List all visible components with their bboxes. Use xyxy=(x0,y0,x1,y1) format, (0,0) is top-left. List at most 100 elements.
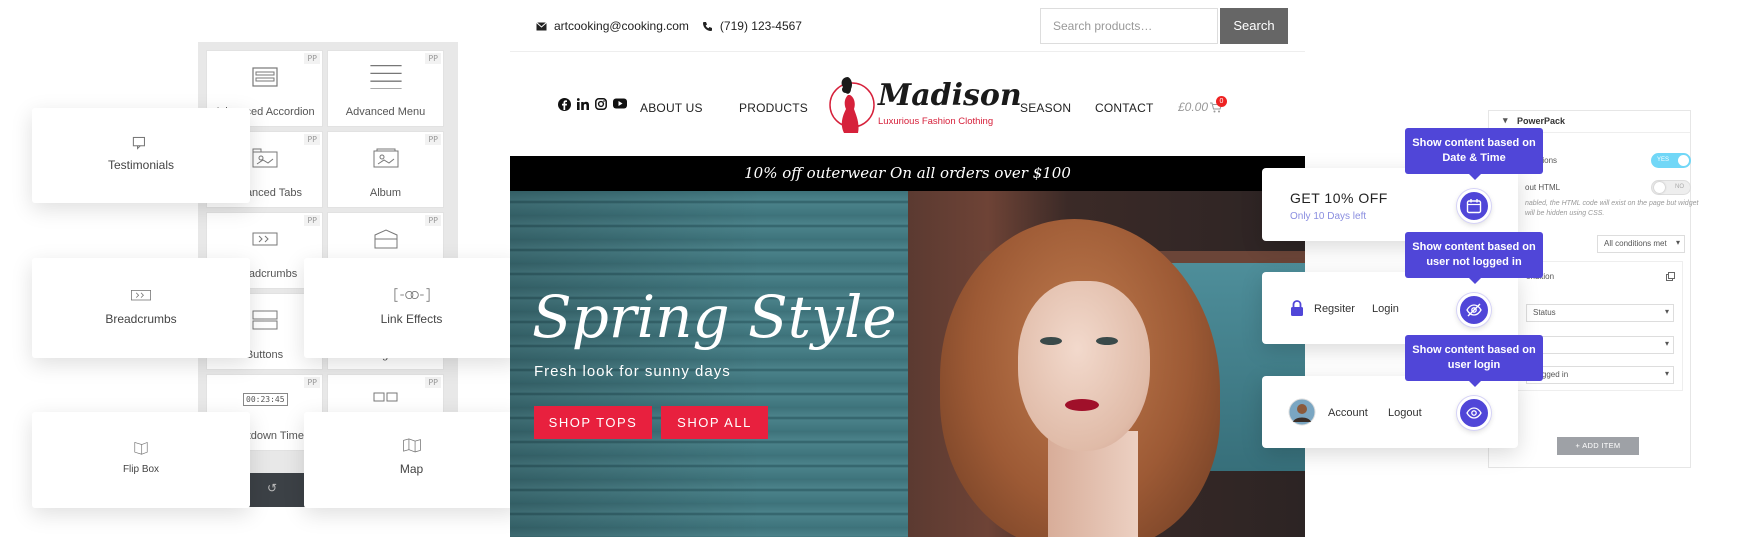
card-link-effects[interactable]: Link Effects xyxy=(304,258,519,358)
widget-album[interactable]: PP Album xyxy=(327,131,444,208)
collage: PP Advanced Accordion PP Advanced Menu P… xyxy=(0,0,1739,550)
card-label: Flip Box xyxy=(122,464,160,475)
add-item-label: ADD ITEM xyxy=(1582,441,1621,450)
raw-html-toggle[interactable]: NO xyxy=(1651,180,1691,195)
toggle-knob xyxy=(1678,155,1689,166)
facebook-icon[interactable] xyxy=(558,98,571,111)
account-link[interactable]: Account xyxy=(1328,407,1368,419)
history-icon[interactable]: ↺ xyxy=(267,481,277,495)
hero-banner: Spring Style Fresh look for sunny days S… xyxy=(510,191,1305,537)
pp-badge: PP xyxy=(304,53,320,64)
eye-off-icon xyxy=(1466,303,1482,317)
raw-html-note: nabled, the HTML code will exist on the … xyxy=(1525,200,1699,217)
hero-subtitle: Fresh look for sunny days xyxy=(534,363,731,380)
hero-model-face xyxy=(1018,281,1150,451)
pp-badge: PP xyxy=(425,377,441,388)
date-time-condition-button[interactable] xyxy=(1457,189,1491,223)
youtube-icon[interactable] xyxy=(613,98,627,109)
toggle-off-text: NO xyxy=(1675,184,1684,190)
instagram-icon[interactable] xyxy=(595,98,607,110)
tooltip-not-logged-in: Show content based on user not logged in xyxy=(1405,232,1543,284)
gallery-icon xyxy=(373,392,397,402)
breadcrumbs-icon xyxy=(252,232,277,246)
offer-subtitle: Only 10 Days left xyxy=(1290,211,1367,222)
tabs-icon xyxy=(252,148,277,168)
logo-name: Madison xyxy=(878,78,1022,113)
card-map[interactable]: Map xyxy=(304,412,519,508)
nav-products[interactable]: PRODUCTS xyxy=(739,101,808,115)
website-preview: artcooking@cooking.com (719) 123-4567 Se… xyxy=(510,0,1305,537)
countdown-digits: 00:23:45 xyxy=(243,393,288,406)
logged-in-condition-button[interactable] xyxy=(1457,396,1491,430)
pp-badge: PP xyxy=(304,215,320,226)
tooltip-logged-in: Show content based on user login xyxy=(1405,335,1543,387)
breadcrumbs-icon xyxy=(131,290,151,301)
nav-contact[interactable]: CONTACT xyxy=(1095,101,1154,115)
not-logged-in-condition-button[interactable] xyxy=(1457,293,1491,327)
enable-conditions-toggle[interactable]: YES xyxy=(1651,153,1691,168)
condition-type-select[interactable]: Status xyxy=(1526,304,1674,322)
card-label: Testimonials xyxy=(107,158,175,172)
cart-total[interactable]: £0.00 xyxy=(1178,100,1208,114)
shop-all-button[interactable]: SHOP ALL xyxy=(661,406,768,439)
offer-title: GET 10% OFF xyxy=(1290,190,1388,206)
register-link[interactable]: Regsiter xyxy=(1314,303,1355,315)
email-link[interactable]: artcooking@cooking.com xyxy=(554,19,689,33)
pp-badge: PP xyxy=(425,215,441,226)
linkedin-icon[interactable] xyxy=(577,98,589,110)
search-button[interactable]: Search xyxy=(1220,8,1288,44)
card-flip-box[interactable]: Flip Box xyxy=(32,412,250,508)
card-breadcrumbs[interactable]: Breadcrumbs xyxy=(32,258,250,358)
hero-model-lips xyxy=(1065,399,1099,411)
widget-advanced-menu[interactable]: PP Advanced Menu xyxy=(327,50,444,127)
buttons-icon xyxy=(252,310,277,330)
card-label: Link Effects xyxy=(380,312,443,326)
phone-link[interactable]: (719) 123-4567 xyxy=(720,19,802,33)
card-testimonials[interactable]: Testimonials xyxy=(32,108,250,203)
pp-badge: PP xyxy=(304,134,320,145)
avatar xyxy=(1288,398,1316,426)
link-effects-icon xyxy=(393,288,430,302)
accordion-icon xyxy=(251,67,278,87)
calendar-icon xyxy=(1466,199,1482,214)
match-select[interactable]: All conditions met xyxy=(1597,235,1685,253)
contact-info: artcooking@cooking.com (719) 123-4567 xyxy=(536,19,802,33)
widget-label: Advanced Menu xyxy=(345,106,426,118)
raw-html-label: out HTML xyxy=(1525,183,1561,192)
toggle-on-text: YES xyxy=(1657,157,1670,163)
search-input[interactable]: Search products… xyxy=(1040,8,1218,44)
card-label: Map xyxy=(399,462,424,476)
logo-figure-icon xyxy=(829,77,875,133)
hero-model-eye xyxy=(1040,337,1062,345)
condition-value-select[interactable]: Logged in xyxy=(1526,366,1674,384)
logo-tagline: Luxurious Fashion Clothing xyxy=(878,116,994,127)
condition-operator-select[interactable] xyxy=(1526,336,1674,354)
box-icon xyxy=(374,229,397,249)
phone-icon xyxy=(702,21,712,31)
promo-bar: 10% off outerwear On all orders over $10… xyxy=(510,156,1305,191)
lock-icon xyxy=(1291,300,1303,316)
flip-box-icon xyxy=(134,441,148,455)
toggle-knob xyxy=(1654,182,1665,193)
top-bar: artcooking@cooking.com (719) 123-4567 Se… xyxy=(510,0,1305,52)
shop-tops-button[interactable]: SHOP TOPS xyxy=(534,406,652,439)
testimonials-icon xyxy=(132,136,145,150)
main-nav: ABOUT US PRODUCTS Madison Luxurious Fash… xyxy=(510,53,1305,156)
tooltip-date-time: Show content based on Date & Time xyxy=(1405,128,1543,180)
hero-title: Spring Style xyxy=(532,283,897,351)
hero-model-eye xyxy=(1096,337,1118,345)
add-item-button[interactable]: + ADD ITEM xyxy=(1557,437,1639,455)
widget-label: Album xyxy=(369,187,402,199)
nav-about[interactable]: ABOUT US xyxy=(640,101,703,115)
envelope-icon xyxy=(536,21,547,30)
logout-link[interactable]: Logout xyxy=(1388,407,1422,419)
social-links xyxy=(558,98,627,111)
map-icon xyxy=(402,438,421,453)
nav-season[interactable]: SEASON xyxy=(1020,101,1071,115)
site-logo[interactable]: Madison Luxurious Fashion Clothing xyxy=(828,71,1022,141)
copy-icon[interactable] xyxy=(1666,272,1675,281)
cart-count-badge: 0 xyxy=(1216,96,1227,107)
login-link[interactable]: Login xyxy=(1372,303,1399,315)
album-icon xyxy=(373,148,398,168)
card-label: Breadcrumbs xyxy=(105,312,177,326)
